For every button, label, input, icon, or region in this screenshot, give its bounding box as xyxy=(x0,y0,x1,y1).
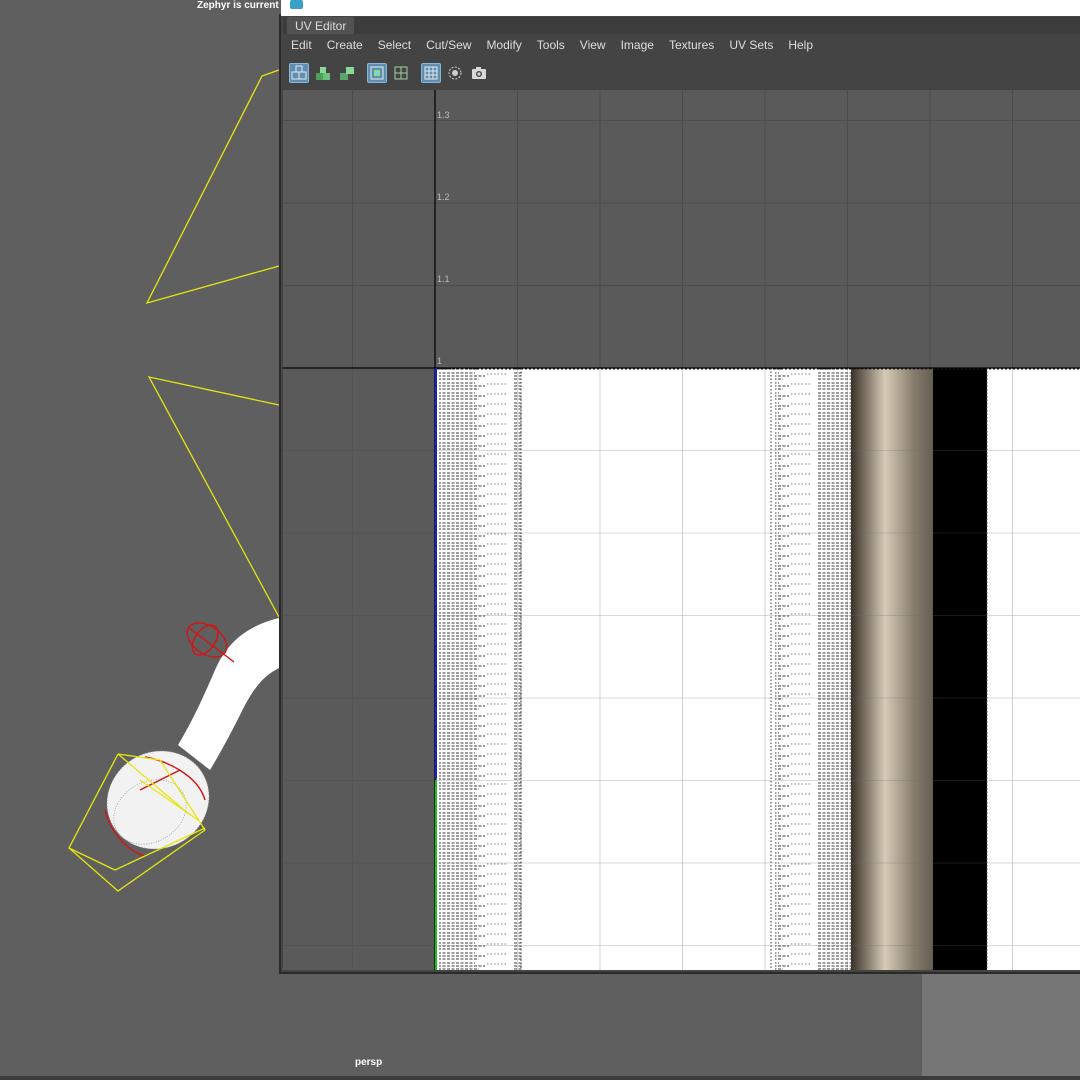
maya-app-icon xyxy=(290,0,303,9)
grid-toggle-icon xyxy=(424,66,438,80)
snapshot-button[interactable] xyxy=(469,63,489,83)
menu-uv-sets[interactable]: UV Sets xyxy=(721,34,780,56)
wireframe-shape-upper[interactable] xyxy=(145,69,280,305)
menu-textures[interactable]: Textures xyxy=(661,34,721,56)
menu-edit[interactable]: Edit xyxy=(283,34,319,56)
uv-shell-move-button[interactable] xyxy=(313,63,333,83)
camera-name-label: persp xyxy=(355,1057,383,1068)
texture-filter-button[interactable] xyxy=(445,63,465,83)
menu-modify[interactable]: Modify xyxy=(478,34,528,56)
v-tick-label: 1.2 xyxy=(437,192,450,202)
wireframe-shape-lower[interactable] xyxy=(147,376,280,618)
menu-help[interactable]: Help xyxy=(780,34,820,56)
menu-view[interactable]: View xyxy=(572,34,613,56)
uv-shell-select-icon xyxy=(291,65,307,80)
viewport-status-text: Zephyr is current xyxy=(197,0,279,11)
menu-cut-sew[interactable]: Cut/Sew xyxy=(418,34,478,56)
grid-toggle-button[interactable] xyxy=(421,63,441,83)
v-tick-label: 1.1 xyxy=(437,274,450,284)
uv-shell-select-button[interactable] xyxy=(289,63,309,83)
snapshot-camera-icon xyxy=(472,67,486,79)
uv-editor-menu-bar: Edit Create Select Cut/Sew Modify Tools … xyxy=(283,34,1080,56)
uv-editor-tab[interactable]: UV Editor xyxy=(287,17,355,34)
v-tick-label: 1.3 xyxy=(437,110,450,120)
window-top-strip xyxy=(281,0,1080,16)
uv-editor-toolbar xyxy=(283,58,1080,88)
background-panel xyxy=(922,972,1080,1076)
uv-frame-icon xyxy=(370,66,384,80)
menu-create[interactable]: Create xyxy=(319,34,370,56)
bottom-strip xyxy=(0,1076,1080,1080)
menu-select[interactable]: Select xyxy=(370,34,418,56)
uv-grid-view xyxy=(283,90,1080,970)
uv-frame-button[interactable] xyxy=(367,63,387,83)
v-tick-label: 1 xyxy=(437,356,443,366)
uv-editor-window[interactable]: UV Editor Edit Create Select Cut/Sew Mod… xyxy=(279,0,1080,974)
uv-shell-stack-icon xyxy=(340,67,354,80)
uv-grid-small-icon xyxy=(394,66,408,80)
menu-image[interactable]: Image xyxy=(613,34,661,56)
uv-texture-image xyxy=(437,368,1080,970)
uv-shell-move-icon xyxy=(316,67,330,80)
uv-texture-canvas[interactable]: 1.3 1.2 1.1 1 xyxy=(283,90,1080,970)
uv-shell-stack-button[interactable] xyxy=(337,63,357,83)
uv-editor-title-bar[interactable]: UV Editor xyxy=(283,17,1080,34)
menu-tools[interactable]: Tools xyxy=(529,34,572,56)
uv-grid-small-button[interactable] xyxy=(391,63,411,83)
texture-filter-icon xyxy=(448,66,462,80)
